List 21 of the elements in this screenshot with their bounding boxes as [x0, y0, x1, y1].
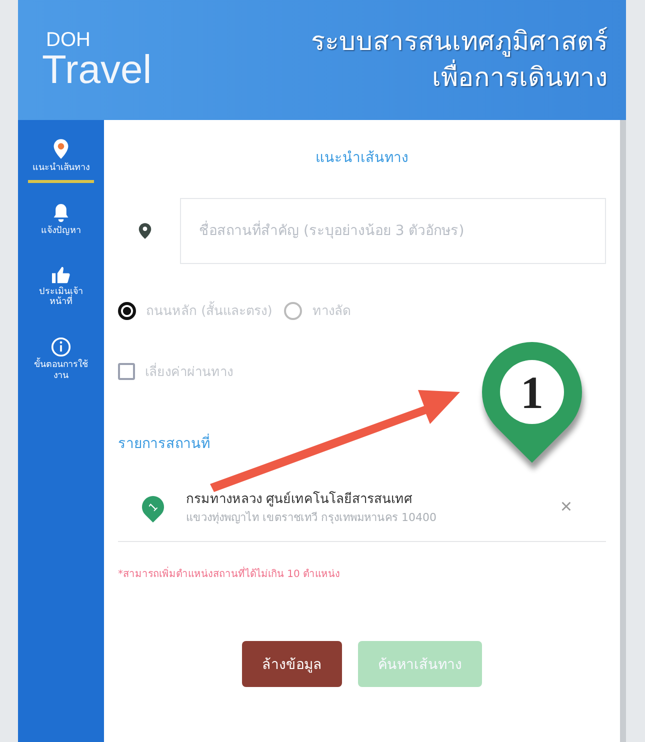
bell-icon: [52, 202, 70, 223]
panel-title: แนะนำเส้นทาง: [314, 149, 410, 168]
search-field[interactable]: ชื่อสถานที่สำคัญ (ระบุอย่างน้อย 3 ตัวอักษร): [180, 198, 606, 264]
info-icon: [51, 337, 71, 358]
logo-text: DOH: [46, 30, 92, 50]
clear-button[interactable]: ล้างข้อมูล: [242, 640, 342, 687]
sidebar-item[interactable]: ประเมินเจ้าหน้าที่: [28, 262, 94, 318]
app-title: เพื่อการเดินทาง: [311, 60, 608, 96]
thumbs-up-icon: [51, 266, 71, 284]
place-address: แขวงทุ่งพญาไท เขตราชเทวี กรุงเทพมหานคร 10400: [186, 510, 438, 526]
app-title: ระบบสารสนเทศภูมิศาสตร์: [311, 26, 608, 59]
section-heading: รายการสถานที่: [118, 432, 210, 454]
pin-icon: [52, 138, 70, 160]
sidebar-item[interactable]: แจ้งปัญหา: [28, 198, 94, 246]
logo-text: Travel: [42, 50, 152, 90]
pin-icon: [138, 222, 152, 240]
place-name: กรมทางหลวง ศูนย์เทคโนโลยีสารสนเทศ: [186, 490, 414, 509]
sidebar-item[interactable]: ขั้นตอนการใช้งาน: [28, 333, 94, 391]
sidebar-item[interactable]: แนะนำเส้นทาง: [28, 134, 94, 183]
note-text: *สามารถเพิ่มตำแหน่งสถานที่ได้ไม่เกิน 10 ตำแหน่ง: [118, 566, 342, 581]
remove-button[interactable]: ×: [554, 494, 578, 520]
